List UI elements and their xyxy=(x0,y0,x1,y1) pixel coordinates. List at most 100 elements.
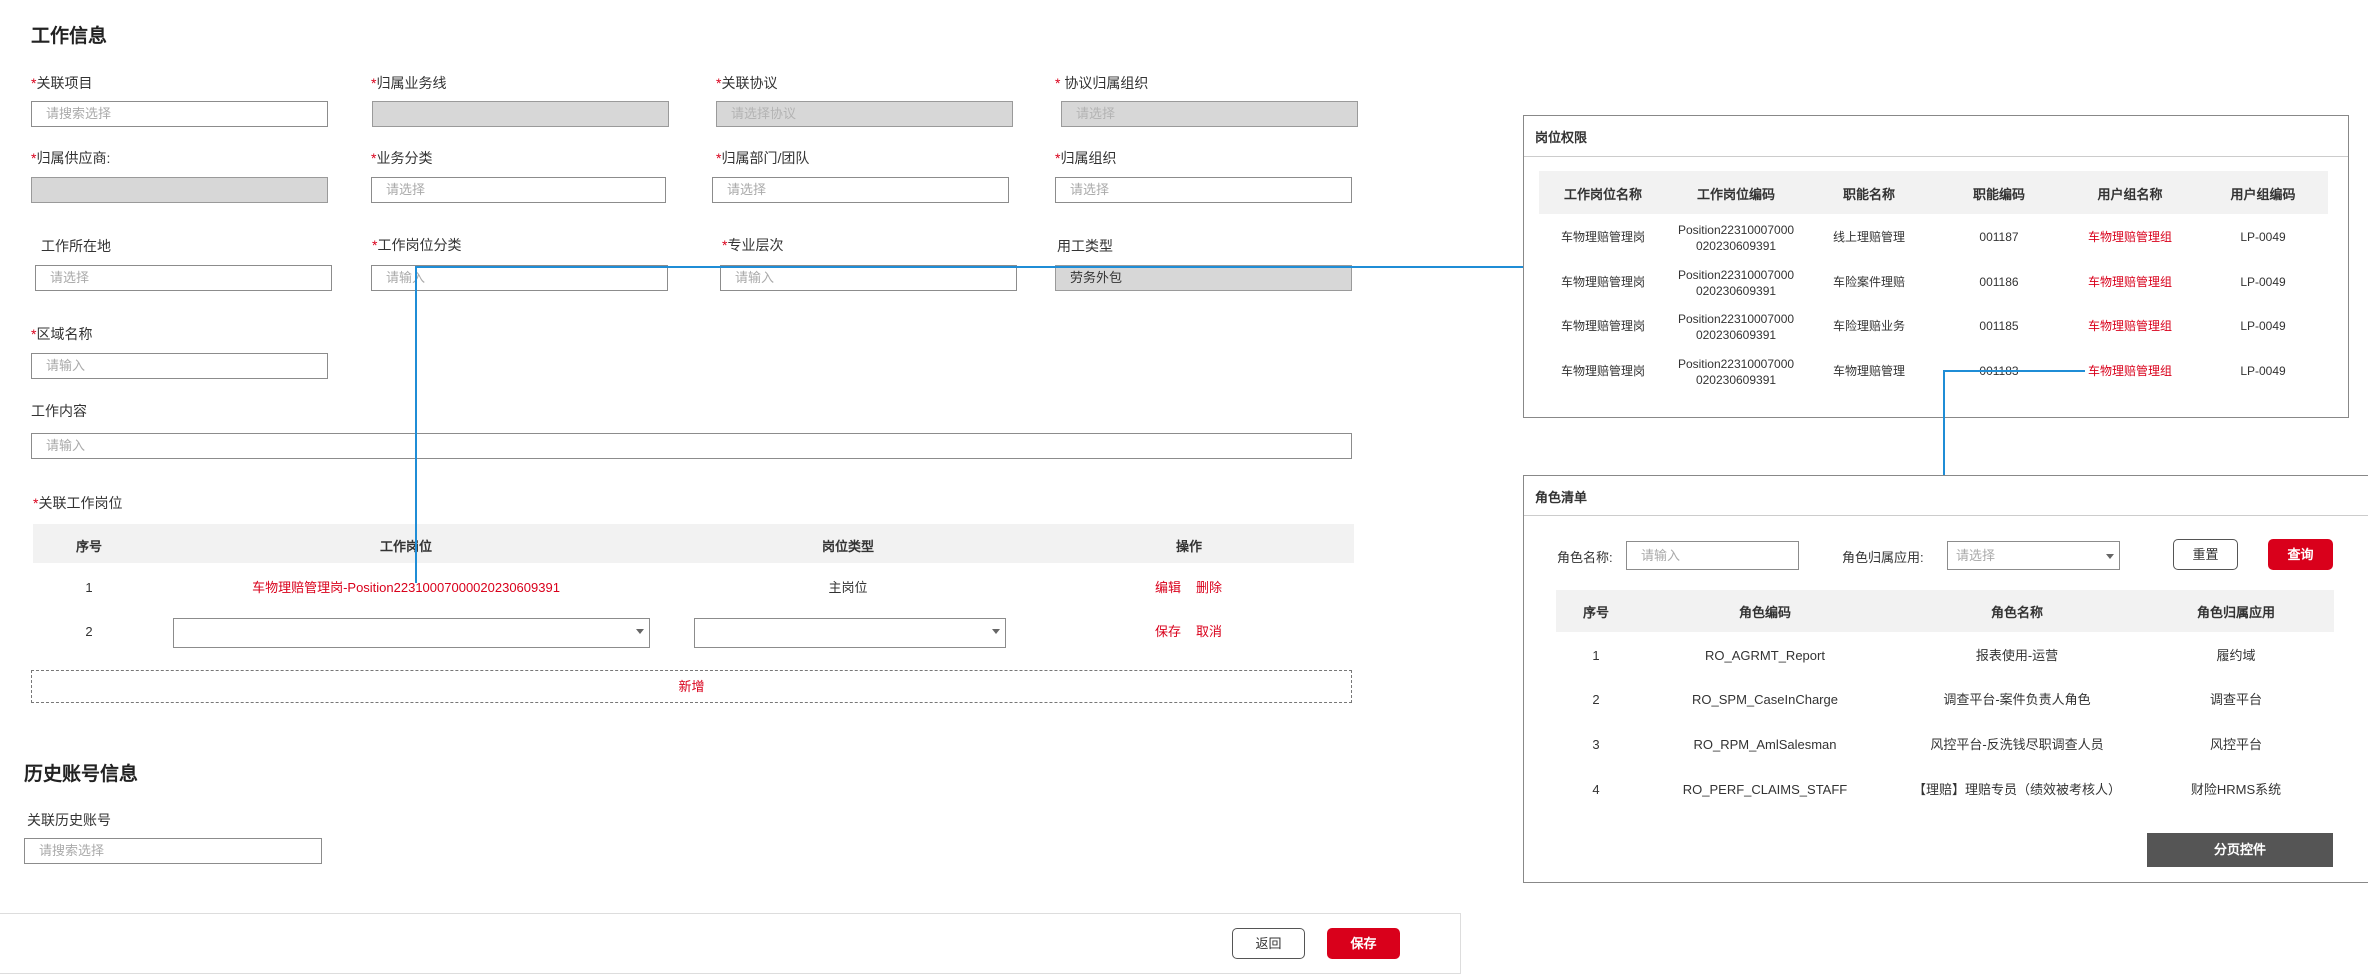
employment-type-label: 用工类型 xyxy=(1057,238,1113,254)
connector-line xyxy=(1943,370,1945,475)
perm-cell-name: 车物理赔管理岗 xyxy=(1560,364,1645,378)
perm-cell-func: 车险案件理赔 xyxy=(1832,275,1905,289)
position-type-select[interactable] xyxy=(694,618,1006,648)
area-name-label: *区域名称 xyxy=(31,326,93,342)
chevron-down-icon xyxy=(636,629,644,634)
role-cell-no: 1 xyxy=(1592,648,1600,663)
positions-label: *关联工作岗位 xyxy=(33,495,123,511)
role-app-select[interactable]: 请选择 xyxy=(1947,541,2120,570)
professional-level-input[interactable]: 请输入 xyxy=(720,265,1017,291)
perm-panel-title: 岗位权限 xyxy=(1535,130,1588,145)
role-cell-code: RO_SPM_CaseInCharge xyxy=(1692,692,1838,707)
related-agreement-input: 请选择协议 xyxy=(716,101,1013,127)
perm-cell-func-code: 001187 xyxy=(1979,230,2019,244)
perm-header-func-code: 职能编码 xyxy=(1972,187,2025,202)
row-save-button[interactable]: 保存 xyxy=(1152,624,1184,640)
perm-header-group: 用户组名称 xyxy=(2097,187,2163,202)
pagination-control[interactable]: 分页控件 xyxy=(2147,833,2333,867)
perm-panel-divider xyxy=(1524,156,2348,157)
employment-type-input: 劳务外包 xyxy=(1055,265,1352,291)
agreement-org-input: 请选择 xyxy=(1061,101,1358,127)
delete-button[interactable]: 删除 xyxy=(1193,580,1225,596)
chevron-down-icon xyxy=(992,629,1000,634)
role-cell-no: 3 xyxy=(1592,737,1600,752)
business-line-input xyxy=(372,101,669,127)
save-button[interactable]: 保存 xyxy=(1327,928,1400,959)
perm-cell-name: 车物理赔管理岗 xyxy=(1560,319,1645,333)
row-position-link[interactable]: 车物理赔管理岗-Position22310007000020230609391 xyxy=(200,580,612,596)
perm-cell-name: 车物理赔管理岗 xyxy=(1560,230,1645,244)
business-line-label: *归属业务线 xyxy=(371,75,447,91)
chevron-down-icon xyxy=(2106,554,2114,559)
related-agreement-label: *关联协议 xyxy=(716,75,778,91)
perm-header-group-code: 用户组编码 xyxy=(2230,187,2296,202)
role-name-input[interactable]: 请输入 xyxy=(1626,541,1799,570)
role-cell-code: RO_AGRMT_Report xyxy=(1705,648,1825,663)
row-position-type: 主岗位 xyxy=(828,580,868,595)
role-cell-name: 调查平台-案件负责人角色 xyxy=(1943,692,2091,707)
perm-cell-group-code: LP-0049 xyxy=(2240,364,2286,378)
positions-header-position: 工作岗位 xyxy=(379,539,432,554)
role-panel xyxy=(1523,475,2368,883)
org-select[interactable]: 请选择 xyxy=(1055,177,1352,203)
role-panel-divider xyxy=(1524,515,2368,516)
perm-cell-func-code: 001186 xyxy=(1979,275,2019,289)
role-cell-app: 调查平台 xyxy=(2209,692,2262,707)
work-content-input[interactable]: 请输入 xyxy=(31,433,1352,459)
location-label: 工作所在地 xyxy=(41,238,111,254)
role-cell-app: 财险HRMS系统 xyxy=(2190,782,2282,797)
query-button[interactable]: 查询 xyxy=(2268,539,2333,570)
row-no: 1 xyxy=(85,580,93,595)
role-cell-name: 报表使用-运营 xyxy=(1975,648,2059,663)
role-cell-name: 风控平台-反洗钱尽职调查人员 xyxy=(1930,737,2104,752)
perm-header-func: 职能名称 xyxy=(1842,187,1895,202)
role-header-app: 角色归属应用 xyxy=(2196,605,2275,620)
role-header-code: 角色编码 xyxy=(1738,605,1791,620)
business-class-select[interactable]: 请选择 xyxy=(371,177,666,203)
perm-cell-code: Position22310007000 020230609391 xyxy=(1677,357,1795,387)
business-class-label: *业务分类 xyxy=(371,150,433,166)
role-panel-title: 角色清单 xyxy=(1535,490,1588,505)
perm-cell-func: 线上理赔管理 xyxy=(1832,230,1905,244)
perm-cell-name: 车物理赔管理岗 xyxy=(1560,275,1645,289)
row-cancel-button[interactable]: 取消 xyxy=(1193,624,1225,640)
perm-cell-code: Position22310007000 020230609391 xyxy=(1677,223,1795,253)
role-cell-code: RO_RPM_AmlSalesman xyxy=(1693,737,1837,752)
work-content-label: 工作内容 xyxy=(31,403,87,419)
role-cell-app: 履约域 xyxy=(2216,648,2256,663)
related-project-input[interactable]: 请搜索选择 xyxy=(31,101,328,127)
perm-cell-group-link[interactable]: 车物理赔管理组 xyxy=(2070,229,2190,245)
location-select[interactable]: 请选择 xyxy=(35,265,332,291)
connector-line xyxy=(415,268,417,583)
history-account-input[interactable]: 请搜索选择 xyxy=(24,838,322,864)
role-cell-name: 【理赔】理赔专员（绩效被考核人） xyxy=(1912,782,2121,797)
perm-cell-func-code: 001185 xyxy=(1979,319,2019,333)
history-account-label: 关联历史账号 xyxy=(27,812,111,828)
position-select[interactable] xyxy=(173,618,650,648)
agreement-org-label: * 协议归属组织 xyxy=(1055,75,1149,91)
perm-cell-group-code: LP-0049 xyxy=(2240,319,2286,333)
perm-cell-func: 车险理赔业务 xyxy=(1832,319,1905,333)
add-position-button[interactable]: 新增 xyxy=(31,670,1352,703)
org-label: *归属组织 xyxy=(1055,150,1117,166)
role-cell-no: 2 xyxy=(1592,692,1600,707)
perm-cell-code: Position22310007000 020230609391 xyxy=(1677,268,1795,298)
work-info-title: 工作信息 xyxy=(31,26,108,47)
perm-cell-group-link[interactable]: 车物理赔管理组 xyxy=(2070,274,2190,290)
edit-button[interactable]: 编辑 xyxy=(1152,580,1184,596)
perm-cell-group-link[interactable]: 车物理赔管理组 xyxy=(2070,363,2190,379)
perm-cell-group-code: LP-0049 xyxy=(2240,275,2286,289)
reset-button[interactable]: 重置 xyxy=(2173,539,2238,570)
role-app-label: 角色归属应用: xyxy=(1842,550,1924,565)
connector-line xyxy=(1943,370,2085,372)
dept-team-select[interactable]: 请选择 xyxy=(712,177,1009,203)
back-button[interactable]: 返回 xyxy=(1232,928,1305,959)
area-name-input[interactable]: 请输入 xyxy=(31,353,328,379)
perm-cell-group-link[interactable]: 车物理赔管理组 xyxy=(2070,318,2190,334)
perm-header-name: 工作岗位名称 xyxy=(1563,187,1642,202)
perm-cell-group-code: LP-0049 xyxy=(2240,230,2286,244)
professional-level-label: *专业层次 xyxy=(722,237,784,253)
positions-header-type: 岗位类型 xyxy=(821,539,874,554)
perm-header-code: 工作岗位编码 xyxy=(1696,187,1775,202)
perm-cell-code: Position22310007000 020230609391 xyxy=(1677,312,1795,342)
